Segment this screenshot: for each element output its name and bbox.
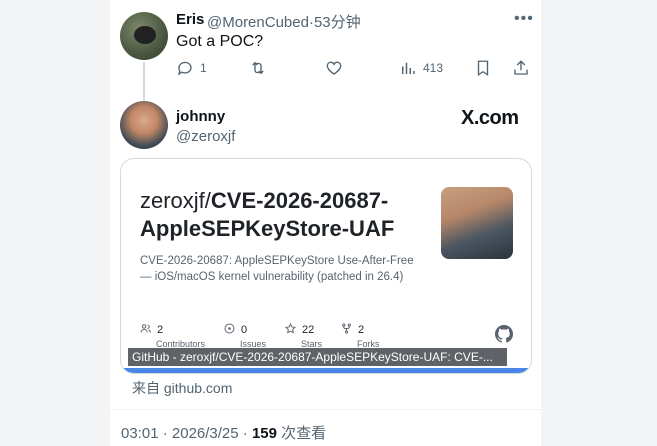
- stat-issues: 0 Issues: [224, 323, 266, 349]
- views-count: 413: [423, 61, 444, 75]
- source-link[interactable]: 来自 github.com: [132, 378, 232, 398]
- star-icon: [284, 322, 297, 334]
- repo-description: CVE-2026-20687: AppleSEPKeyStore Use-Aft…: [140, 255, 414, 283]
- more-options-icon[interactable]: •••: [514, 10, 534, 28]
- view-label: 次查看: [281, 425, 327, 442]
- divider: [110, 409, 541, 410]
- stat-value: 0: [241, 324, 248, 336]
- reply-icon: [177, 61, 192, 76]
- reply-count: 1: [200, 61, 207, 75]
- analytics-icon: [402, 62, 415, 74]
- time-ago[interactable]: 53分钟: [314, 14, 361, 31]
- fork-icon: [342, 323, 351, 334]
- heart-icon: [326, 61, 342, 75]
- author-handle[interactable]: @MorenCubed: [207, 14, 309, 31]
- stat-contributors: 2 Contributors: [140, 323, 205, 349]
- repost-icon: [252, 61, 264, 75]
- bookmark-icon: [477, 60, 489, 77]
- share-button[interactable]: [512, 58, 530, 78]
- view-count: 159: [251, 425, 277, 442]
- owner-avatar: [441, 187, 513, 259]
- tweet-text: Got a POC?: [176, 33, 264, 50]
- thread-connector: [143, 62, 145, 102]
- stat-value: 2: [358, 324, 365, 336]
- post-date[interactable]: 2026/3/25: [172, 425, 239, 442]
- stat-forks: 2 Forks: [341, 323, 380, 349]
- github-icon: [495, 325, 513, 343]
- repost-button[interactable]: [249, 58, 267, 78]
- avatar[interactable]: [120, 101, 168, 149]
- reply-button[interactable]: 1: [176, 58, 207, 78]
- link-preview-card[interactable]: zeroxjf/CVE-2026-20687-AppleSEPKeyStore-…: [120, 158, 532, 374]
- stat-value: 22: [302, 324, 315, 336]
- views-button[interactable]: 413: [399, 58, 443, 78]
- share-icon: [514, 60, 528, 75]
- link-tooltip: GitHub - zeroxjf/CVE-2026-20687-AppleSEP…: [128, 348, 507, 366]
- author-handle[interactable]: @zeroxjf: [176, 128, 235, 145]
- stat-stars: 22 Stars: [284, 322, 322, 349]
- like-button[interactable]: [325, 58, 343, 78]
- footer-separator: ·: [162, 425, 168, 442]
- author-name[interactable]: Eris: [176, 11, 204, 28]
- post-time[interactable]: 03:01: [121, 425, 159, 442]
- author-meta[interactable]: @MorenCubed·53分钟: [207, 11, 361, 32]
- bookmark-button[interactable]: [474, 58, 492, 78]
- tweet-timestamp: 03:01 · 2026/3/25 · 159 次查看: [121, 422, 326, 443]
- people-icon: [140, 324, 151, 333]
- card-accent-bar: [121, 368, 531, 373]
- repo-title: zeroxjf/CVE-2026-20687-AppleSEPKeyStore-…: [140, 187, 420, 243]
- repo-owner: zeroxjf/: [140, 188, 211, 213]
- stat-value: 2: [157, 324, 164, 336]
- x-logo: X.com: [461, 107, 519, 129]
- avatar[interactable]: [120, 12, 168, 60]
- author-name[interactable]: johnny: [176, 108, 225, 125]
- issue-icon: [224, 323, 235, 334]
- footer-separator: ·: [242, 425, 248, 442]
